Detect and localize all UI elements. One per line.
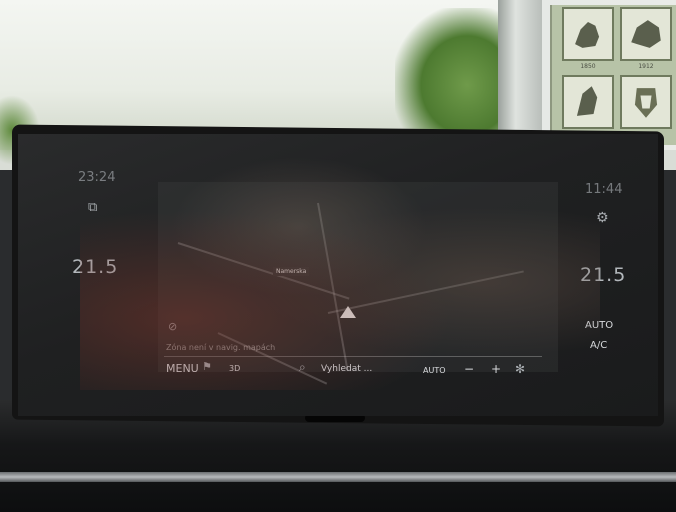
search-icon[interactable]: ⌕ [299,360,306,375]
window-frame [498,0,542,140]
lion-plaque-3 [562,75,614,129]
chrome-trim [0,472,676,482]
map-road [317,202,349,371]
view-3d-button[interactable]: 3D [229,364,240,373]
top-right-clock: 11:44 [585,182,623,197]
lion-plaques-wall: 1850 1912 1927 1939 [550,5,676,145]
search-button[interactable]: Vyhledat ... [321,364,372,374]
fan-auto-button[interactable]: AUTO [423,366,446,375]
top-left-status: 23:24 [78,170,116,185]
seat-heat-icon[interactable]: ⧉ [88,200,97,215]
fan-decrease-button[interactable]: − [464,362,474,376]
street-label: Namerska [273,267,310,276]
map-road [177,242,350,300]
lion-plaque-2 [620,7,672,61]
plaque-year: 1912 [638,63,654,70]
fan-icon[interactable]: ✻ [515,362,525,376]
compass-icon[interactable]: ⊘ [168,320,177,333]
lion-plaque-1 [562,7,614,61]
navigation-arrow-icon [340,306,356,318]
fan-increase-button[interactable]: + [491,362,501,376]
trees [395,8,515,148]
left-temperature[interactable]: 21.5 [72,256,118,278]
dashboard-right [662,170,676,400]
checkered-flag-icon[interactable]: ⚑ [202,360,212,373]
bottom-divider [164,356,542,357]
plaque-year: 1850 [580,63,596,70]
infotainment-screen: 23:24 ⧉ 21.5 11:44 ⚙ 21.5 AUTO A/C Namer… [18,134,658,416]
settings-gear-icon[interactable]: ⚙ [596,210,609,226]
map-road [217,332,328,385]
zone-message: Zóna není v navig. mapách [166,343,276,352]
menu-button[interactable]: MENU [166,362,199,375]
map-road [327,270,524,314]
lion-plaque-4 [620,75,672,129]
right-temperature[interactable]: 21.5 [580,264,626,286]
ac-button[interactable]: A/C [590,340,607,351]
auto-button[interactable]: AUTO [585,320,613,331]
